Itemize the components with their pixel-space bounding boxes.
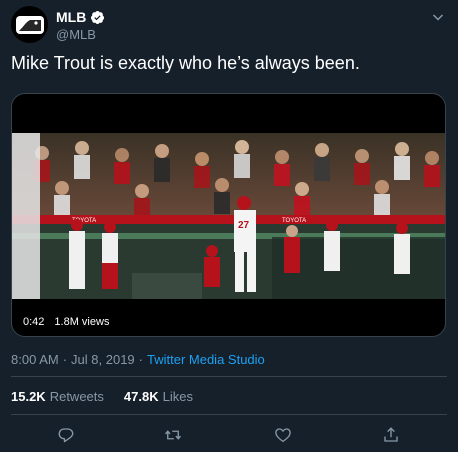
video-duration: 0:42 [23,316,45,328]
source-link[interactable]: Twitter Media Studio [147,352,265,367]
jersey-number: 27 [238,220,250,231]
divider [11,414,447,415]
action-bar [0,424,458,448]
tweet-text: Mike Trout is exactly who he’s always be… [11,53,360,73]
video-views: 1.8M views [54,316,110,328]
video-thumbnail: TOYOTA TOYOTA 27 [12,133,445,299]
video-frame[interactable]: TOYOTA TOYOTA 27 [12,133,445,299]
scoreboard-text-2: TOYOTA [282,218,306,224]
tweet-time[interactable]: 8:00 AM [11,352,59,367]
heart-icon[interactable] [272,424,294,446]
share-icon[interactable] [380,424,402,446]
retweets-stat[interactable]: 15.2K Retweets [11,389,104,404]
video-meta: 0:42 1.8M views [23,316,109,328]
retweet-icon[interactable] [162,424,184,446]
verified-badge-icon [90,10,105,25]
divider [11,376,447,377]
tweet-detail: MLB @MLB Mike Trout is exactly who he’s … [0,0,458,452]
reply-icon[interactable] [55,424,77,446]
retweets-label: Retweets [49,389,104,404]
likes-label: Likes [162,389,193,404]
engagement-stats: 15.2K Retweets 47.8K Likes [11,389,193,404]
likes-count: 47.8K [123,389,159,404]
separator: · [138,352,143,367]
likes-stat[interactable]: 47.8K Likes [124,389,193,404]
name-row: MLB [56,9,105,25]
timestamp-row: 8:00 AM · Jul 8, 2019 · Twitter Media St… [11,352,265,367]
retweets-count: 15.2K [11,389,46,404]
chevron-down-icon[interactable] [432,10,444,22]
avatar[interactable] [11,6,48,43]
handle[interactable]: @MLB [56,27,96,42]
mlb-logo-icon [15,15,44,34]
separator: · [62,352,68,367]
display-name[interactable]: MLB [56,9,86,25]
tweet-date[interactable]: Jul 8, 2019 [71,352,135,367]
video-player[interactable]: TOYOTA TOYOTA 27 0:42 1.8M views [11,93,446,337]
